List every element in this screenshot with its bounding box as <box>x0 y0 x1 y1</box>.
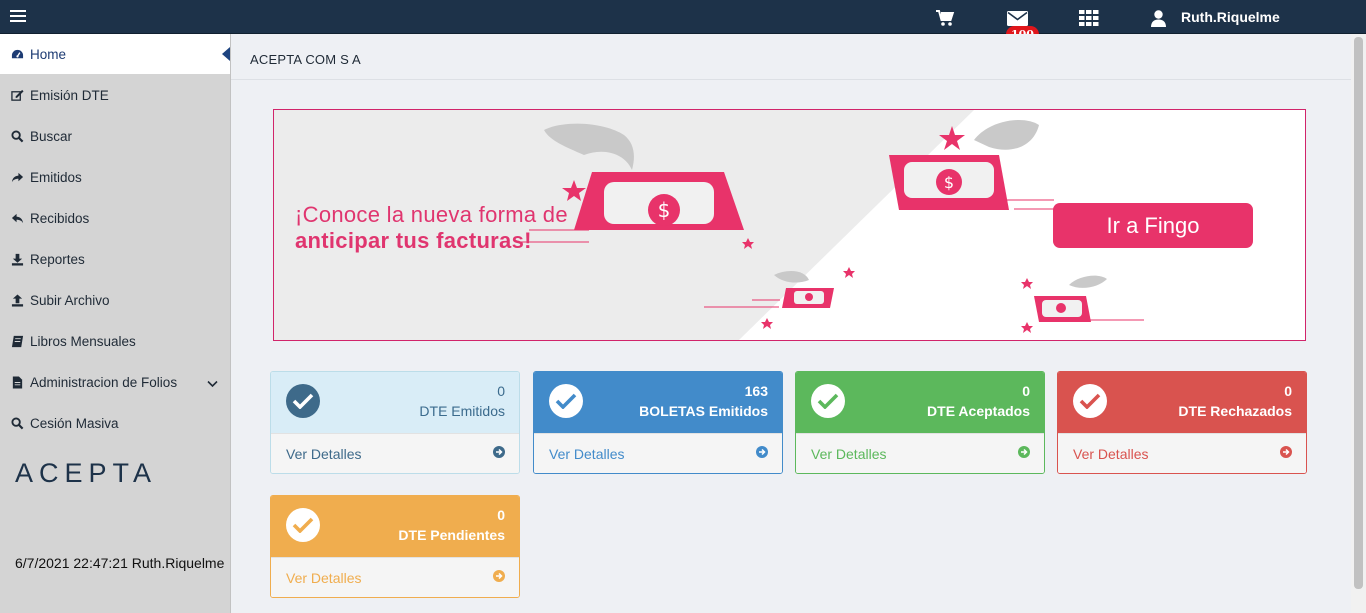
search-icon <box>10 416 24 430</box>
arrow-circle-right-icon[interactable] <box>756 446 768 458</box>
check-circle-icon <box>811 384 845 418</box>
card-label: DTE Aceptados <box>927 403 1030 419</box>
apps-grid-icon[interactable] <box>1078 8 1100 28</box>
sidebar-item-label: Emisión DTE <box>30 87 109 103</box>
sidebar: Home Emisión DTE Buscar Emitidos Recibid… <box>0 34 231 613</box>
sidebar-item-label: Buscar <box>30 128 73 144</box>
check-circle-icon <box>1073 384 1107 418</box>
card-label: BOLETAS Emitidos <box>639 403 768 419</box>
card-header: 0 DTE Rechazados <box>1058 372 1306 433</box>
ver-detalles-link[interactable]: Ver Detalles <box>549 446 624 462</box>
sidebar-item-label: Administracion de Folios <box>30 374 178 390</box>
share-icon <box>10 170 24 184</box>
sidebar-item-reportes[interactable]: Reportes <box>0 239 230 279</box>
scrollbar-thumb[interactable] <box>1354 37 1363 589</box>
sidebar-item-home[interactable]: Home <box>0 34 230 74</box>
sidebar-item-label: Subir Archivo <box>30 292 110 308</box>
dashboard-icon <box>10 47 24 61</box>
active-indicator <box>222 47 230 61</box>
cart-icon[interactable] <box>934 8 956 28</box>
mail-icon[interactable] <box>1006 8 1028 28</box>
card-label: DTE Emitidos <box>419 403 505 419</box>
ir-a-fingo-button[interactable]: Ir a Fingo <box>1053 203 1253 248</box>
vertical-scrollbar[interactable] <box>1351 34 1366 613</box>
company-name: ACEPTA COM S A <box>250 52 361 67</box>
sidebar-item-libros-mensuales[interactable]: Libros Mensuales <box>0 321 230 361</box>
check-circle-icon <box>549 384 583 418</box>
search-icon <box>10 129 24 143</box>
sidebar-item-label: Libros Mensuales <box>30 333 136 349</box>
ver-detalles-link[interactable]: Ver Detalles <box>1073 446 1148 462</box>
user-menu[interactable]: Ruth.Riquelme <box>1181 9 1280 25</box>
sidebar-item-cesion-masiva[interactable]: Cesión Masiva <box>0 403 230 443</box>
sidebar-item-buscar[interactable]: Buscar <box>0 116 230 156</box>
fingo-banner[interactable]: $ $ ¡Conoce la nueva forma de anticipar … <box>273 109 1306 341</box>
card-count: 163 <box>744 383 768 399</box>
card-count: 0 <box>497 383 505 399</box>
card-label: DTE Pendientes <box>398 527 505 543</box>
book-icon <box>10 334 24 348</box>
card-dte-rechazados[interactable]: 0 DTE Rechazados Ver Detalles <box>1057 371 1307 474</box>
download-icon <box>10 252 24 266</box>
banner-headline: ¡Conoce la nueva forma de <box>295 202 568 227</box>
sidebar-item-label: Reportes <box>30 251 85 267</box>
edit-icon <box>10 88 24 102</box>
card-count: 0 <box>1284 383 1292 399</box>
card-label: DTE Rechazados <box>1178 403 1292 419</box>
top-navbar: 100 Ruth.Riquelme <box>0 0 1366 43</box>
sidebar-item-emitidos[interactable]: Emitidos <box>0 157 230 197</box>
card-footer[interactable]: Ver Detalles <box>271 433 519 473</box>
sidebar-item-emision-dte[interactable]: Emisión DTE <box>0 75 230 115</box>
ver-detalles-link[interactable]: Ver Detalles <box>286 446 361 462</box>
card-count: 0 <box>497 507 505 523</box>
ver-detalles-link[interactable]: Ver Detalles <box>811 446 886 462</box>
card-footer[interactable]: Ver Detalles <box>796 433 1044 473</box>
svg-text:$: $ <box>944 173 954 192</box>
banner-subheadline: anticipar tus facturas! <box>295 228 532 253</box>
check-circle-icon <box>286 384 320 418</box>
card-boletas-emitidos[interactable]: 163 BOLETAS Emitidos Ver Detalles <box>533 371 783 474</box>
ver-detalles-link[interactable]: Ver Detalles <box>286 570 361 586</box>
card-footer[interactable]: Ver Detalles <box>271 557 519 597</box>
card-dte-emitidos[interactable]: 0 DTE Emitidos Ver Detalles <box>270 371 520 474</box>
card-header: 0 DTE Emitidos <box>271 372 519 433</box>
acepta-logo: ACEPTA <box>15 458 158 488</box>
file-icon <box>10 375 24 389</box>
sidebar-item-label: Cesión Masiva <box>30 415 119 431</box>
session-info: 6/7/2021 22:47:21 Ruth.Riquelme <box>15 555 225 571</box>
sidebar-item-label: Home <box>30 46 67 62</box>
sidebar-item-subir-archivo[interactable]: Subir Archivo <box>0 280 230 320</box>
card-footer[interactable]: Ver Detalles <box>1058 433 1306 473</box>
card-count: 0 <box>1022 383 1030 399</box>
arrow-circle-right-icon[interactable] <box>493 446 505 458</box>
card-footer[interactable]: Ver Detalles <box>534 433 782 473</box>
reply-icon <box>10 211 24 225</box>
page-header: ACEPTA COM S A <box>231 34 1351 80</box>
check-circle-icon <box>286 508 320 542</box>
arrow-circle-right-icon[interactable] <box>493 570 505 582</box>
arrow-circle-right-icon[interactable] <box>1018 446 1030 458</box>
sidebar-item-administracion-de-folios[interactable]: Administracion de Folios <box>0 362 230 402</box>
card-header: 0 DTE Aceptados <box>796 372 1044 433</box>
sidebar-item-label: Recibidos <box>30 210 90 226</box>
card-dte-pendientes[interactable]: 0 DTE Pendientes Ver Detalles <box>270 495 520 598</box>
card-header: 163 BOLETAS Emitidos <box>534 372 782 433</box>
chevron-down-icon[interactable] <box>207 376 218 391</box>
menu-icon[interactable] <box>10 10 26 24</box>
user-icon[interactable] <box>1147 8 1169 28</box>
arrow-circle-right-icon[interactable] <box>1280 446 1292 458</box>
upload-icon <box>10 293 24 307</box>
card-header: 0 DTE Pendientes <box>271 496 519 557</box>
sidebar-item-recibidos[interactable]: Recibidos <box>0 198 230 238</box>
sidebar-item-label: Emitidos <box>30 169 82 185</box>
card-dte-aceptados[interactable]: 0 DTE Aceptados Ver Detalles <box>795 371 1045 474</box>
svg-text:$: $ <box>658 198 671 222</box>
